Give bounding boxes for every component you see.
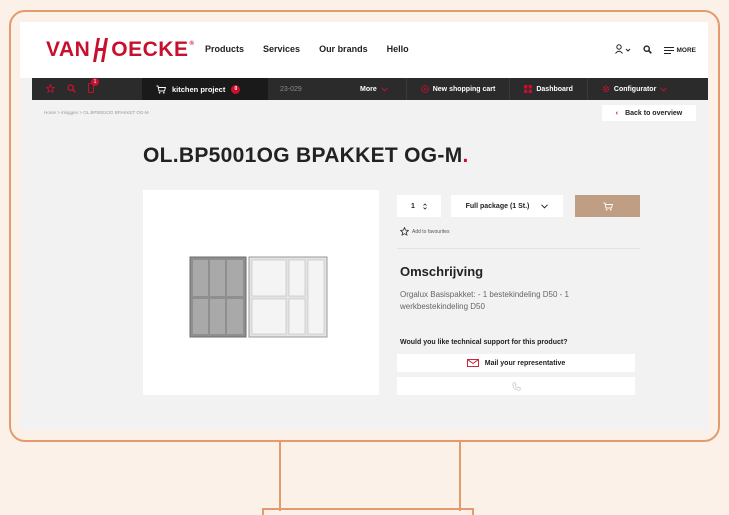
chevron-down-icon xyxy=(660,86,668,92)
mail-icon xyxy=(466,359,479,367)
gear-icon xyxy=(602,85,610,93)
title-accent-dot: . xyxy=(462,144,469,167)
cart-icon xyxy=(603,202,613,211)
main-nav: Products Services Our brands Hello xyxy=(205,44,428,54)
more-dropdown[interactable]: More xyxy=(346,78,406,100)
add-to-cart-button[interactable] xyxy=(575,195,640,217)
kitchen-project-tab[interactable]: kitchen project 0 xyxy=(142,78,268,100)
nav-item-hello[interactable]: Hello xyxy=(387,44,409,54)
configurator-dropdown[interactable]: Configurator xyxy=(586,78,681,100)
hamburger-icon xyxy=(663,46,674,54)
search-icon xyxy=(67,83,76,93)
new-shopping-cart-button[interactable]: New shopping cart xyxy=(405,78,510,100)
search-icon xyxy=(642,44,652,54)
breadcrumb[interactable]: Home > inloggen > OL.BP5001OG BPAKKET OG… xyxy=(44,110,149,115)
logo-registered-mark: ® xyxy=(189,41,195,47)
divider xyxy=(397,248,640,249)
user-menu[interactable] xyxy=(614,44,631,56)
more-menu-label: MORE xyxy=(676,46,697,54)
star-icon xyxy=(400,227,409,236)
project-reference: 23-029 xyxy=(280,85,302,93)
dashboard-icon xyxy=(524,85,533,93)
package-select-value: Full package (1 St.) xyxy=(465,202,530,210)
logo-h-mark xyxy=(93,38,109,62)
page-title: OL.BP5001OG BPAKKET OG-M. xyxy=(143,144,469,168)
back-to-overview-button[interactable]: ‹ Back to overview xyxy=(602,105,696,121)
search-button[interactable] xyxy=(642,44,652,56)
description-text: Orgalux Basispakket: - 1 bestekindeling … xyxy=(400,290,569,311)
user-icon xyxy=(614,44,630,54)
screen: VAN OECKE ® Products Services Our brands… xyxy=(20,22,708,430)
chevron-down-icon xyxy=(541,203,549,209)
favourites-star-button[interactable] xyxy=(45,82,56,95)
star-icon xyxy=(45,82,56,93)
back-to-overview-label: Back to overview xyxy=(625,109,683,117)
monitor-base xyxy=(262,508,474,515)
plus-circle-icon xyxy=(420,85,429,93)
more-dropdown-label: More xyxy=(360,85,377,93)
project-count-badge: 0 xyxy=(231,84,241,94)
account-toolbar: 1 kitchen project 0 23-029 More New shop… xyxy=(32,78,708,100)
logo-text-right: OECKE xyxy=(111,38,189,61)
product-image-cutlery-tray xyxy=(189,256,328,338)
cart-icon xyxy=(156,85,166,94)
phone-icon xyxy=(511,381,521,391)
configurator-label: Configurator xyxy=(613,85,657,93)
logo-text-left: VAN xyxy=(46,38,91,61)
product-title-text: OL.BP5001OG BPAKKET OG-M xyxy=(143,144,463,167)
nav-item-products[interactable]: Products xyxy=(205,44,244,54)
monitor-stand xyxy=(279,441,461,511)
nav-item-our-brands[interactable]: Our brands xyxy=(319,44,368,54)
toolbar-search-button[interactable] xyxy=(67,83,76,95)
dashboard-button[interactable]: Dashboard xyxy=(509,78,587,100)
add-to-favourites-link[interactable]: Add to favourites xyxy=(400,227,450,236)
chevron-left-icon: ‹ xyxy=(615,109,619,117)
cart-count-badge: 1 xyxy=(91,78,99,86)
nav-item-services[interactable]: Services xyxy=(263,44,300,54)
chevron-down-icon xyxy=(380,86,388,92)
package-select[interactable]: Full package (1 St.) xyxy=(451,195,563,217)
quick-icons: 1 xyxy=(32,78,142,95)
header-actions: MORE xyxy=(614,44,697,56)
quantity-stepper[interactable]: 1 xyxy=(397,195,441,217)
support-question: Would you like technical support for thi… xyxy=(400,339,568,346)
brand-logo[interactable]: VAN OECKE ® xyxy=(46,38,194,62)
add-to-favourites-label: Add to favourites xyxy=(412,228,450,235)
new-shopping-cart-label: New shopping cart xyxy=(432,85,496,93)
kitchen-project-label: kitchen project xyxy=(172,84,226,94)
more-menu-button[interactable]: MORE xyxy=(663,46,697,54)
mobile-cart-button[interactable]: 1 xyxy=(88,78,99,95)
mail-representative-button[interactable]: Mail your representative xyxy=(397,354,635,372)
quantity-value: 1 xyxy=(411,202,415,210)
product-image-card xyxy=(143,190,379,395)
site-header: VAN OECKE ® Products Services Our brands… xyxy=(20,22,708,78)
call-representative-button[interactable] xyxy=(397,377,635,395)
stepper-arrows-icon xyxy=(423,202,427,210)
description-heading: Omschrijving xyxy=(400,264,484,279)
dashboard-label: Dashboard xyxy=(536,85,573,93)
mail-representative-label: Mail your representative xyxy=(484,359,566,367)
